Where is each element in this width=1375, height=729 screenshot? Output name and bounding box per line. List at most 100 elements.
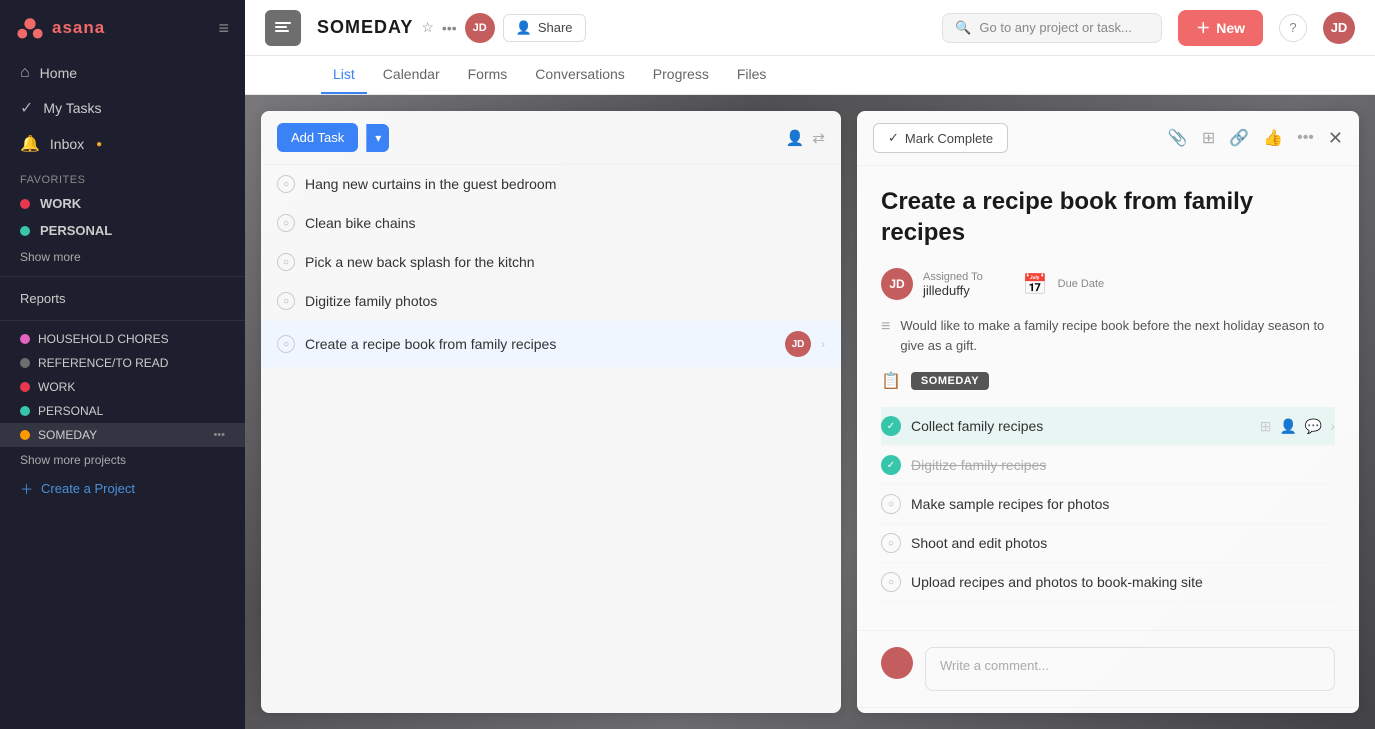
more-detail-icon[interactable]: ••• [1297, 129, 1314, 147]
subtask-copy-icon[interactable]: ⊞ [1260, 418, 1272, 435]
subtask-name-5: Upload recipes and photos to book-making… [911, 574, 1335, 590]
search-icon: 🔍 [955, 20, 971, 36]
sidebar-project-personal[interactable]: PERSONAL [0, 399, 245, 423]
more-icon[interactable]: ••• [442, 20, 457, 36]
tab-list[interactable]: List [321, 56, 367, 94]
subtasks-section: ✓ Collect family recipes ⊞ 👤 💬 › ✓ Digit… [881, 407, 1335, 602]
comment-input[interactable]: Write a comment... [925, 647, 1335, 691]
tab-progress[interactable]: Progress [641, 56, 721, 94]
subtask-check-3[interactable]: ○ [881, 494, 901, 514]
search-bar[interactable]: 🔍 Go to any project or task... [942, 13, 1162, 43]
checkmark-icon: ✓ [888, 130, 899, 146]
empty-row-4 [261, 500, 841, 544]
create-project-label: Create a Project [41, 481, 135, 496]
project-reference-label: REFERENCE/TO READ [38, 356, 168, 370]
user-avatar-topbar[interactable]: JD [1323, 12, 1355, 44]
show-more-link[interactable]: Show more [0, 244, 245, 270]
empty-row-3 [261, 456, 841, 500]
assignee-meta: JD Assigned To jilleduffy [881, 268, 983, 300]
subtask-check-done-1[interactable]: ✓ [881, 416, 901, 436]
add-task-dropdown-button[interactable]: ▾ [366, 124, 389, 152]
task-assignee-avatar: JD [785, 331, 811, 357]
description-text: Would like to make a family recipe book … [900, 316, 1335, 355]
subtask-comment-icon[interactable]: 💬 [1305, 418, 1322, 435]
subtask-check-done-2[interactable]: ✓ [881, 455, 901, 475]
favorite-work-label: WORK [40, 196, 81, 211]
sidebar-toggle[interactable]: ≡ [218, 18, 229, 39]
tab-calendar[interactable]: Calendar [371, 56, 452, 94]
sidebar-item-work-fav[interactable]: WORK [0, 190, 245, 217]
detail-title: Create a recipe book from family recipes [881, 186, 1335, 248]
like-icon[interactable]: 👍 [1263, 128, 1283, 148]
plus-icon-new: ＋ [1196, 18, 1210, 38]
project-icon-svg [273, 18, 293, 38]
plus-icon: ＋ [20, 479, 33, 498]
task-row[interactable]: ○ Clean bike chains [261, 204, 841, 243]
sidebar-item-mytasks[interactable]: ✓ My Tasks [0, 90, 245, 126]
favorite-personal-label: PERSONAL [40, 223, 112, 238]
sidebar-mytasks-label: My Tasks [43, 100, 101, 116]
detail-description: ≡ Would like to make a family recipe boo… [881, 316, 1335, 355]
tab-conversations[interactable]: Conversations [523, 56, 637, 94]
task-check-5[interactable]: ○ [277, 335, 295, 353]
task-check-1[interactable]: ○ [277, 175, 295, 193]
paperclip-icon[interactable]: 📎 [1168, 128, 1188, 148]
close-icon[interactable]: ✕ [1328, 128, 1343, 149]
subtask-assign-icon[interactable]: 👤 [1279, 418, 1296, 435]
sidebar-project-reference[interactable]: REFERENCE/TO READ [0, 351, 245, 375]
text-icon: ≡ [881, 318, 890, 336]
subtask-chevron-icon[interactable]: › [1330, 418, 1335, 434]
someday-more-icon[interactable]: ••• [213, 429, 225, 441]
show-more-projects-link[interactable]: Show more projects [0, 447, 245, 473]
tab-forms[interactable]: Forms [456, 56, 520, 94]
link-icon[interactable]: 🔗 [1229, 128, 1249, 148]
task-name-4: Digitize family photos [305, 293, 825, 309]
sidebar-item-personal-fav[interactable]: PERSONAL [0, 217, 245, 244]
person-icon[interactable]: 👤 [786, 129, 805, 147]
add-task-button[interactable]: Add Task [277, 123, 358, 152]
task-row[interactable]: ○ Pick a new back splash for the kitchn [261, 243, 841, 282]
assigned-to-label: Assigned To [923, 271, 983, 283]
subtask-row[interactable]: ○ Shoot and edit photos [881, 524, 1335, 563]
create-project-link[interactable]: ＋ Create a Project [0, 473, 245, 504]
assignee-avatar: JD [881, 268, 913, 300]
task-name-2: Clean bike chains [305, 215, 825, 231]
star-icon[interactable]: ☆ [421, 19, 434, 36]
share-label: Share [538, 20, 573, 35]
bell-icon: 🔔 [20, 134, 40, 154]
new-button[interactable]: ＋ New [1178, 10, 1263, 46]
due-date-info: Due Date [1058, 278, 1104, 290]
empty-row-5 [261, 544, 841, 588]
task-check-2[interactable]: ○ [277, 214, 295, 232]
subtask-check-4[interactable]: ○ [881, 533, 901, 553]
subtask-row[interactable]: ✓ Collect family recipes ⊞ 👤 💬 › [881, 407, 1335, 446]
subtask-row[interactable]: ○ Upload recipes and photos to book-maki… [881, 563, 1335, 602]
subtask-check-5[interactable]: ○ [881, 572, 901, 592]
sidebar-item-inbox[interactable]: 🔔 Inbox ● [0, 126, 245, 162]
task-row[interactable]: ○ Digitize family photos [261, 282, 841, 321]
sidebar-project-household[interactable]: HOUSEHOLD CHORES [0, 327, 245, 351]
help-icon: ? [1289, 20, 1296, 35]
task-check-4[interactable]: ○ [277, 292, 295, 310]
help-button[interactable]: ? [1279, 14, 1307, 42]
task-row-selected[interactable]: ○ Create a recipe book from family recip… [261, 321, 841, 368]
tab-files[interactable]: Files [725, 56, 779, 94]
task-row[interactable]: ○ Hang new curtains in the guest bedroom [261, 165, 841, 204]
assignee-info: Assigned To jilleduffy [923, 271, 983, 298]
detail-actions: 📎 ⊞ 🔗 👍 ••• ✕ [1168, 128, 1343, 149]
comment-placeholder: Write a comment... [940, 658, 1049, 673]
subtask-row[interactable]: ○ Make sample recipes for photos [881, 485, 1335, 524]
filter-icon[interactable]: ⇄ [812, 129, 825, 147]
sidebar-project-work[interactable]: WORK [0, 375, 245, 399]
sidebar-project-someday[interactable]: SOMEDAY ••• [0, 423, 245, 447]
nav-tabs: List Calendar Forms Conversations Progre… [245, 56, 1375, 95]
sidebar-item-home[interactable]: ⌂ Home [0, 56, 245, 90]
mark-complete-button[interactable]: ✓ Mark Complete [873, 123, 1008, 153]
sidebar-reports[interactable]: Reports [0, 283, 245, 314]
subtask-icon[interactable]: ⊞ [1202, 128, 1215, 148]
subtask-row[interactable]: ✓ Digitize family recipes [881, 446, 1335, 485]
empty-row-1 [261, 368, 841, 412]
share-button[interactable]: 👤 Share [503, 14, 586, 42]
task-check-3[interactable]: ○ [277, 253, 295, 271]
main: SOMEDAY ☆ ••• JD 👤 Share 🔍 Go to any pro… [245, 0, 1375, 729]
